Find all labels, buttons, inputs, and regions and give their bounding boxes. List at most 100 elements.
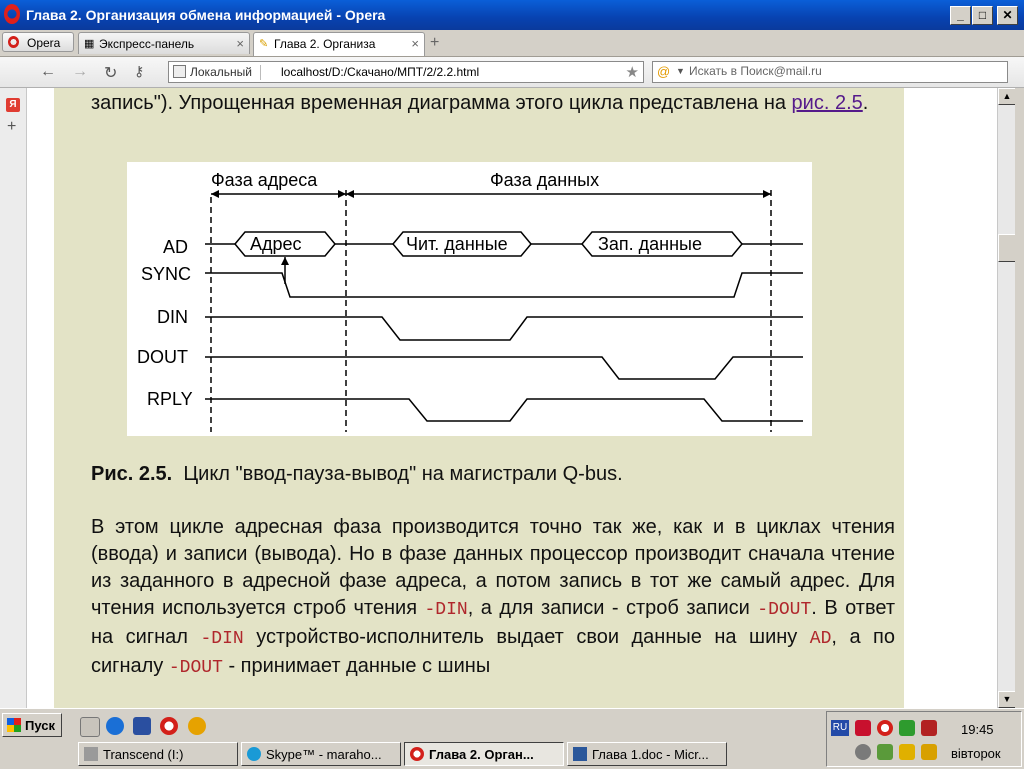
skype-icon — [247, 747, 261, 761]
tab-close-icon[interactable]: × — [236, 36, 244, 51]
local-page-icon — [173, 65, 186, 78]
task-transcend[interactable]: Transcend (I:) — [78, 742, 238, 766]
signal-label-dout: DOUT — [137, 347, 188, 367]
icq-icon[interactable] — [899, 720, 915, 736]
url-text[interactable]: localhost/D:/Скачано/МПТ/2/2.2.html — [281, 65, 479, 79]
search-box[interactable]: @ ▼ — [652, 61, 1008, 83]
search-input[interactable] — [689, 64, 989, 78]
figure-caption: Рис. 2.5. Цикл "ввод-пауза-вывод" на маг… — [91, 461, 895, 488]
opera-icon — [410, 747, 424, 761]
clock-weekday: вівторок — [951, 746, 1001, 761]
signal-label-sync: SYNC — [141, 264, 191, 284]
opera-menu-label: Opera — [27, 36, 61, 50]
sync-icon[interactable] — [877, 744, 893, 760]
start-label: Пуск — [25, 718, 55, 733]
task-label: Глава 2. Орган... — [429, 747, 534, 762]
back-arrow-icon[interactable]: ← — [40, 63, 56, 81]
page-viewport[interactable]: запись"). Упрощенная временная диаграмма… — [27, 88, 997, 708]
tab-label: Экспресс-панель — [99, 37, 195, 51]
vertical-scrollbar[interactable]: ▲ ▼ — [997, 88, 1016, 708]
bus-label-address: Адрес — [250, 234, 302, 254]
task-opera[interactable]: Глава 2. Орган... — [404, 742, 564, 766]
pdf-icon[interactable] — [855, 720, 871, 736]
caption-number: Рис. 2.5. — [91, 463, 173, 485]
scroll-thumb[interactable] — [998, 234, 1016, 262]
caption-text: Цикл "ввод-пауза-вывод" на магистрали Q-… — [183, 463, 623, 485]
opera-menu-button[interactable]: Opera — [2, 32, 74, 52]
paragraph-text: . — [862, 92, 869, 114]
side-panel: Я + — [0, 88, 27, 708]
navigation-bar: ← → ↻ ⚷ Локальный localhost/D:/Скачано/М… — [0, 57, 1024, 88]
tab-close-icon[interactable]: × — [411, 36, 419, 51]
search-engine-icon[interactable]: @ — [657, 64, 670, 79]
security-badge[interactable]: Локальный — [173, 65, 261, 80]
paragraph-text: устройство-исполнитель выдает свои данны… — [256, 626, 798, 648]
forward-arrow-icon[interactable]: → — [72, 63, 88, 81]
window-title: Глава 2. Организация обмена информацией … — [26, 7, 386, 23]
task-label: Transcend (I:) — [103, 747, 184, 762]
phase-data-label: Фаза данных — [490, 170, 599, 190]
signal-label-din: DIN — [157, 307, 188, 327]
chevron-down-icon[interactable]: ▼ — [676, 66, 685, 76]
drive-icon — [84, 747, 98, 761]
task-label: Глава 1.doc - Micr... — [592, 747, 709, 762]
signal-code: -DOUT — [757, 600, 812, 620]
tab-chapter-2[interactable]: ✎ Глава 2. Организа × — [253, 32, 425, 56]
media-player-icon[interactable] — [133, 717, 151, 735]
app-tray-icon[interactable] — [899, 744, 915, 760]
opera-tray-icon[interactable] — [877, 720, 893, 736]
keyboard-switcher-icon[interactable] — [921, 744, 937, 760]
opera-o-icon — [8, 36, 19, 48]
opera-logo-icon — [4, 4, 20, 24]
task-label: Skype™ - maraho... — [266, 747, 382, 762]
bookmark-star-icon[interactable]: ★ — [626, 63, 639, 81]
signal-code: -DIN — [424, 600, 468, 620]
timing-diagram: Фаза адреса Фаза данных AD SYNC DIN DOUT… — [127, 162, 812, 436]
window-frame — [1015, 88, 1024, 708]
paragraph: запись"). Упрощенная временная диаграмма… — [91, 90, 895, 117]
scroll-up-button[interactable]: ▲ — [998, 88, 1016, 105]
antivirus-icon[interactable] — [921, 720, 937, 736]
paragraph-text: запись"). Упрощенная временная диаграмма… — [91, 92, 786, 114]
clock-time[interactable]: 19:45 — [961, 722, 994, 737]
paragraph-text: - принимает данные с шины — [228, 655, 491, 677]
task-skype[interactable]: Skype™ - maraho... — [241, 742, 401, 766]
security-label: Локальный — [190, 65, 252, 79]
network-icon[interactable] — [855, 744, 871, 760]
address-bar[interactable]: Локальный localhost/D:/Скачано/МПТ/2/2.2… — [168, 61, 644, 83]
reload-icon[interactable]: ↻ — [104, 63, 117, 83]
tab-label: Глава 2. Организа — [274, 37, 376, 51]
minimize-button[interactable]: _ — [950, 6, 971, 25]
content-column: запись"). Упрощенная временная диаграмма… — [54, 88, 904, 708]
maximize-button[interactable]: □ — [972, 6, 993, 25]
signal-code: AD — [809, 629, 832, 649]
bus-label-read-data: Чит. данные — [406, 234, 508, 254]
system-tray: RU 19:45 вівторок — [826, 711, 1022, 767]
new-tab-button[interactable]: + — [430, 34, 439, 52]
windows-logo-icon — [7, 718, 21, 732]
title-bar[interactable]: Глава 2. Организация обмена информацией … — [0, 0, 1024, 30]
language-indicator[interactable]: RU — [831, 720, 849, 736]
yandex-icon[interactable]: Я — [6, 98, 20, 112]
tab-bar: Opera ▦ Экспресс-панель × ✎ Глава 2. Орг… — [0, 30, 1024, 57]
taskbar: Пуск Transcend (I:) Skype™ - maraho... Г… — [0, 708, 1024, 769]
add-panel-icon[interactable]: + — [7, 118, 16, 136]
paragraph-text: , а для записи - строб записи — [467, 597, 750, 619]
figure-link[interactable]: рис. 2.5 — [792, 92, 863, 114]
key-icon[interactable]: ⚷ — [134, 63, 144, 80]
signal-label-rply: RPLY — [147, 389, 193, 409]
word-icon — [573, 747, 587, 761]
close-button[interactable]: ✕ — [997, 6, 1018, 25]
signal-code: -DOUT — [168, 658, 223, 678]
tab-express-panel[interactable]: ▦ Экспресс-панель × — [78, 32, 250, 54]
show-desktop-icon[interactable] — [80, 717, 100, 737]
mail-agent-icon[interactable] — [188, 717, 206, 735]
signal-label-ad: AD — [163, 237, 188, 257]
page-icon: ✎ — [259, 38, 269, 50]
opera-quicklaunch-icon[interactable] — [160, 717, 178, 735]
start-button[interactable]: Пуск — [2, 713, 62, 737]
scroll-down-button[interactable]: ▼ — [998, 691, 1016, 708]
internet-explorer-icon[interactable] — [106, 717, 124, 735]
task-word[interactable]: Глава 1.doc - Micr... — [567, 742, 727, 766]
grid-icon: ▦ — [84, 38, 95, 50]
